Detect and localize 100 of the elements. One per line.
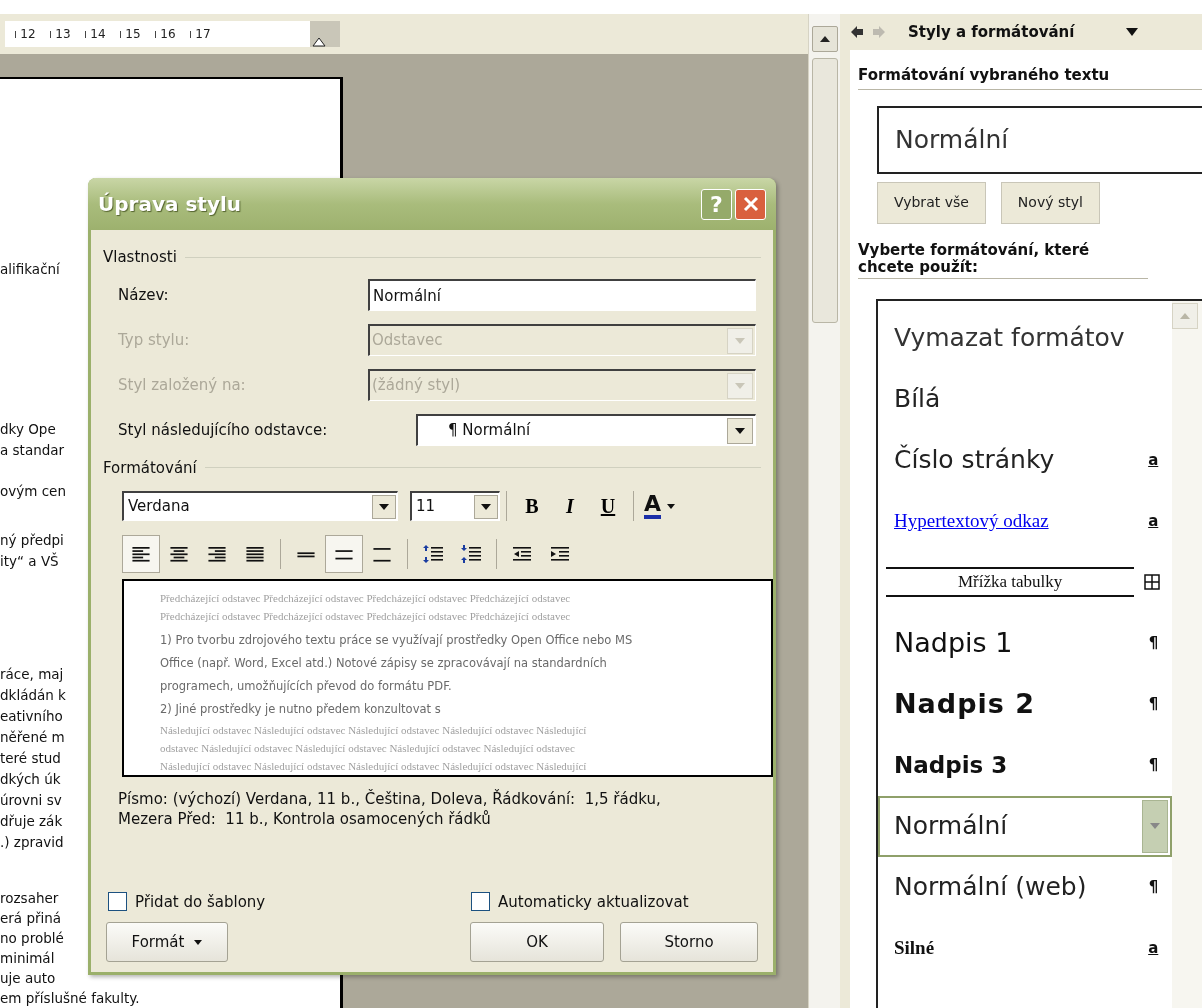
window-title: Úprava stylu <box>98 191 242 218</box>
scroll-thumb[interactable] <box>811 58 838 323</box>
close-icon <box>741 195 760 213</box>
document-text-line: uje auto <box>0 969 56 988</box>
style-list-item[interactable]: Nadpis 2 ¶ <box>878 673 1173 735</box>
style-type-mark: ¶ <box>1148 632 1159 654</box>
style-list-item[interactable]: Bílá <box>878 368 1173 430</box>
scrollbar[interactable] <box>808 14 840 1008</box>
dropdown-field[interactable]: ¶ Normální <box>416 414 756 446</box>
dialog-button[interactable]: Formát <box>106 922 228 962</box>
style-list-item[interactable]: Číslo stránky a <box>878 429 1173 491</box>
preview-text: Následující odstavec Následující odstavec Následující odstavec Následující odstavec Následující <box>160 723 587 738</box>
table-icon <box>1144 574 1161 590</box>
caret-icon <box>194 939 203 945</box>
ruler-number: 14 <box>90 26 106 43</box>
preview-text: 1) Pro tvorbu zdrojového textu práce se využívají prostředky Open Office nebo MS <box>160 632 633 649</box>
group-heading: Vlastnosti <box>103 247 177 268</box>
checkbox[interactable] <box>471 892 490 912</box>
text-field[interactable]: Normální <box>368 279 756 311</box>
indent-icon <box>551 546 569 562</box>
current-style-field[interactable]: Normální <box>877 105 1202 174</box>
toolbar-button[interactable]: I <box>551 487 589 525</box>
style-type-mark: ¶ <box>1148 876 1159 898</box>
style-type-mark: ¶ <box>1148 754 1159 776</box>
style-list-item[interactable]: Mřížka tabulky <box>878 551 1173 613</box>
checkbox[interactable] <box>108 892 127 912</box>
dropdown-arrow-icon <box>735 427 745 434</box>
ruler-number: 15 <box>125 26 141 43</box>
document-text-line: minimál <box>0 949 55 968</box>
preview-text: 2) Jiné prostředky je nutno předem konzultovat s <box>160 701 441 718</box>
task-pane-title: Styly a formátování <box>908 21 1075 43</box>
field-label: Styl založený na: <box>118 374 246 396</box>
document-text-line: ovým cen <box>0 482 66 501</box>
style-list-item[interactable]: Hypertextový odkaz a <box>878 490 1173 552</box>
dropdown-arrow-icon <box>1150 823 1161 829</box>
style-type-mark: a <box>1148 449 1159 471</box>
dialog-button[interactable]: Storno <box>620 922 758 962</box>
style-list-item[interactable]: Normální (web) ¶ <box>878 856 1173 918</box>
font-color-button[interactable]: A <box>640 487 680 525</box>
toolbar-button[interactable] <box>325 535 363 573</box>
toolbar-button[interactable]: U <box>589 487 627 525</box>
paragraph-format-icon <box>246 546 264 562</box>
document-text-line: ity“ a VŠ <box>0 551 59 571</box>
field-label: Název: <box>118 284 169 306</box>
document-text-line: eativního <box>0 707 63 726</box>
document-text-line: .) zpravid <box>0 833 64 852</box>
field-label: Styl následujícího odstavce: <box>118 419 328 441</box>
style-list-item[interactable]: Silné a <box>878 917 1173 979</box>
document-text-line: teré stud <box>0 749 61 768</box>
document-text-line: em příslušné fakulty. <box>0 989 140 1008</box>
close-button[interactable] <box>735 188 766 220</box>
list-scrollbar[interactable] <box>1172 300 1202 1008</box>
document-text-line: dkých úk <box>0 770 61 789</box>
style-list-item[interactable]: Vymazat formátov <box>878 307 1173 369</box>
dialog-button[interactable]: OK <box>470 922 604 962</box>
document-text-line: ráce, maj <box>0 665 64 684</box>
style-list-item[interactable]: Nadpis 1 ¶ <box>878 612 1173 674</box>
document-text-line: a standar <box>0 441 65 460</box>
checkbox-option[interactable]: Přidat do šablony <box>103 890 471 913</box>
pane-button[interactable]: Nový styl <box>1000 181 1100 224</box>
up-arrow-icon <box>1180 312 1191 319</box>
dropdown-arrow-icon <box>735 382 745 389</box>
group-heading: Formátování <box>103 457 197 479</box>
pane-button[interactable]: Vybrat vše <box>877 181 986 224</box>
document-text-line: erá přiná <box>0 909 62 928</box>
font-dropdown[interactable]: Verdana <box>122 491 398 521</box>
document-text-line: ný předpi <box>0 531 64 550</box>
paragraph-format-icon <box>170 546 188 562</box>
caret-icon <box>667 503 676 509</box>
field-label: Typ stylu: <box>118 329 190 351</box>
document-text-line: dky Ope <box>0 420 56 439</box>
toolbar-button[interactable] <box>122 535 160 573</box>
checkbox-option[interactable]: Automaticky aktualizovat <box>471 890 689 913</box>
preview-text: odstavec Následující odstavec Následující odstavec Následující odstavec Následující odstavec <box>160 741 575 756</box>
ruler-number: 13 <box>55 26 71 43</box>
toolbar-button[interactable]: B <box>513 487 551 525</box>
dropdown-arrow-icon <box>379 503 389 510</box>
style-list-item[interactable]: Nadpis 3 ¶ <box>878 734 1173 796</box>
document-text-line: rozsaher <box>0 889 59 908</box>
preview-text: Následující odstavec Následující odstavec Následující odstavec Následující odstavec Následující <box>160 759 587 774</box>
dropdown-icon[interactable] <box>1126 28 1139 36</box>
paragraph-format-icon <box>132 546 150 562</box>
indent-marker-icon[interactable] <box>312 37 326 47</box>
preview-text: programech, umožňujících převod do formátu PDF. <box>160 678 452 695</box>
document-text-line: dřuje zák <box>0 812 63 831</box>
preview-text: Office (např. Word, Excel atd.) Notové zápisy se zpracovávají na standardních <box>160 655 607 672</box>
scroll-up-button[interactable] <box>811 26 838 52</box>
dropdown-arrow-icon <box>735 337 745 344</box>
preview-text: Předcházející odstavec Předcházející odstavec Předcházející odstavec Předcházející odstavec <box>160 591 571 606</box>
dropdown-arrow-icon <box>481 503 491 510</box>
paragraph-format-icon <box>208 546 226 562</box>
font-size-dropdown[interactable]: 11 <box>410 491 500 521</box>
back-arrow-icon[interactable] <box>850 25 864 39</box>
up-arrow-icon <box>819 36 830 42</box>
style-type-mark: a <box>1148 510 1159 532</box>
indent-icon <box>513 546 531 562</box>
style-type-mark: a <box>1148 937 1159 959</box>
document-text-line: úrovni sv <box>0 791 62 810</box>
style-description: Písmo: (výchozí) Verdana, 11 b., Čeština, Doleva, Řádkování: 1,5 řádku, Mezera Před: 11 b., Kontrola osamocených řádků <box>118 789 662 829</box>
style-list-item[interactable]: Normální <box>878 795 1173 857</box>
